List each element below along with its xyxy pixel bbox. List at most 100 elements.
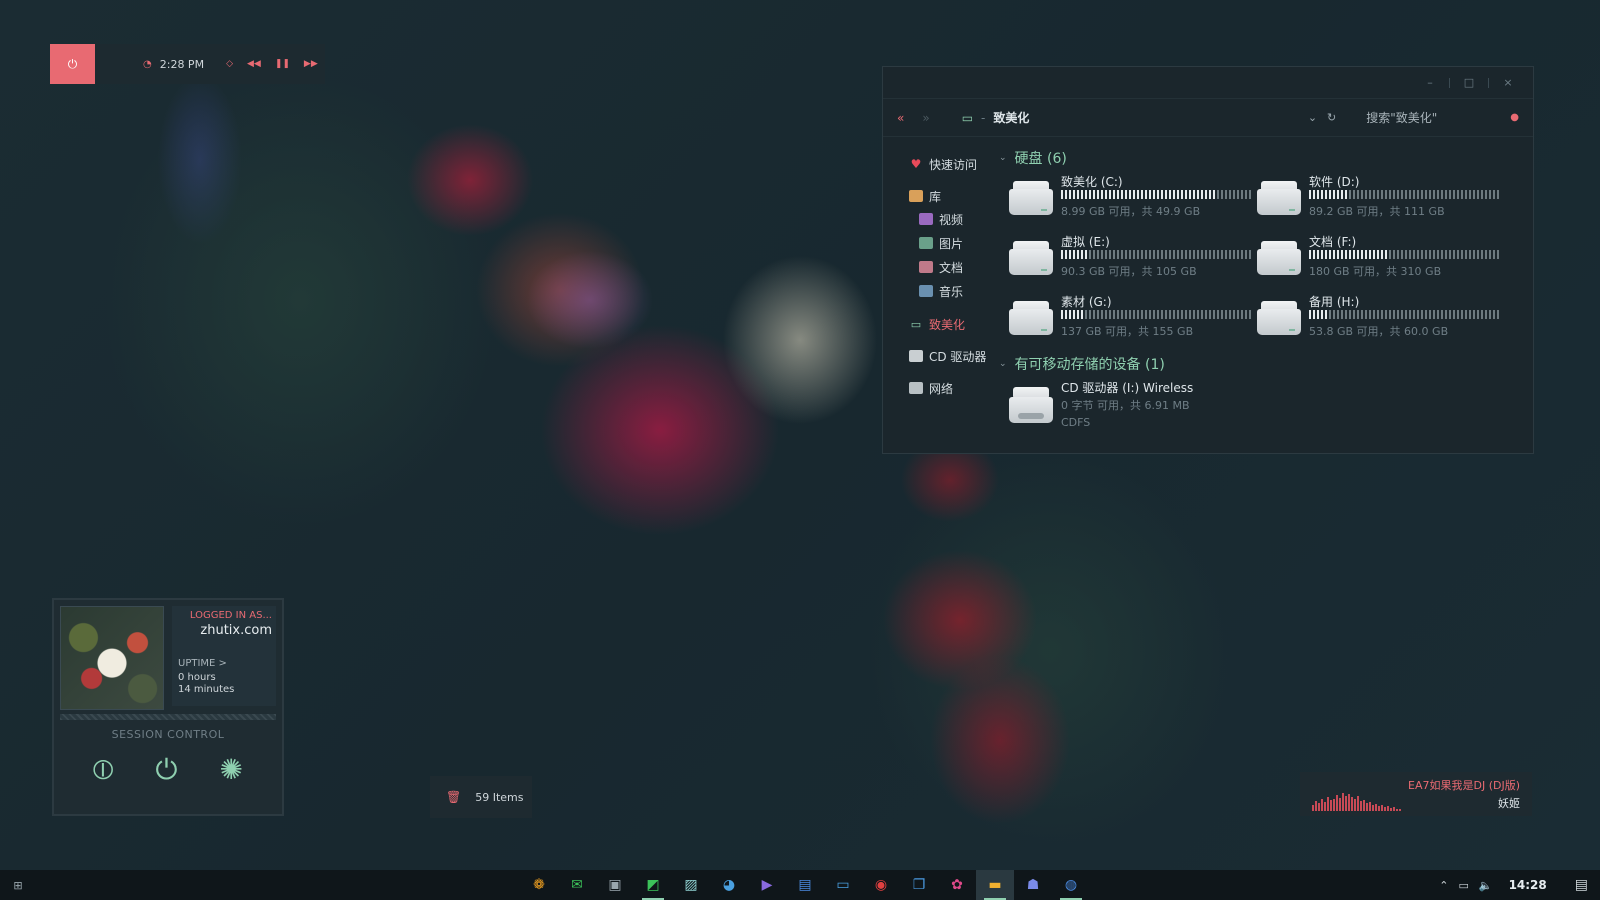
music-icon — [919, 285, 933, 297]
visualizer-bar — [1342, 793, 1344, 811]
sidebar-item-pictures[interactable]: 图片 — [883, 231, 991, 255]
visualizer-bar — [1351, 797, 1353, 811]
drive-item[interactable]: 虚拟 (E:) 90.3 GB 可用，共 105 GB — [1009, 233, 1257, 285]
taskbar-app[interactable]: ❁ — [520, 870, 558, 900]
settings-icon[interactable]: ✺ — [220, 753, 243, 787]
sidebar-item-library[interactable]: 库 — [883, 185, 991, 207]
taskbar-app[interactable]: ◉ — [862, 870, 900, 900]
back-button[interactable]: « — [897, 111, 904, 125]
sidebar-item-label: CD 驱动器 — [929, 349, 987, 364]
divider — [60, 714, 276, 720]
terminal-icon: ▭ — [836, 877, 850, 893]
close-button[interactable]: × — [1497, 76, 1519, 89]
visualizer-bar — [1369, 802, 1371, 811]
tray-clock[interactable]: 14:28 — [1509, 878, 1547, 892]
sidebar-item-documents[interactable]: 文档 — [883, 255, 991, 279]
visualizer-bar — [1354, 799, 1356, 811]
maximize-button[interactable]: □ — [1458, 76, 1480, 89]
username: zhutix.com — [200, 623, 272, 638]
taskbar-app[interactable]: ☗ — [1014, 870, 1052, 900]
taskbar-app[interactable]: ▶ — [748, 870, 786, 900]
breadcrumb[interactable]: ▭ - 致美化 — [962, 109, 1030, 126]
navigation-pane: ♥ 快速访问 库 视频 图片 文档 音乐 ▭ 致美化 CD 驱动器 网络 — [883, 137, 991, 429]
breadcrumb-current[interactable]: 致美化 — [993, 109, 1029, 126]
file-explorer-icon: ▬ — [988, 877, 1002, 893]
group-header-removable[interactable]: ⌄ 有可移动存储的设备 (1) — [999, 353, 1533, 375]
taskbar-app[interactable]: ◍ — [1052, 870, 1090, 900]
sidebar-item-this-pc[interactable]: ▭ 致美化 — [883, 313, 991, 335]
drive-filesystem: CDFS — [1061, 416, 1091, 429]
avatar — [60, 606, 164, 710]
drive-usage-bar — [1061, 250, 1251, 259]
drive-item[interactable]: 素材 (G:) 137 GB 可用，共 155 GB — [1009, 293, 1257, 345]
taskbar-app[interactable]: ◕ — [710, 870, 748, 900]
taskbar-app[interactable]: ✿ — [938, 870, 976, 900]
search-input[interactable]: 搜索"致美化" — [1366, 109, 1496, 126]
recycle-bin-widget[interactable]: 🗑 59 Items — [430, 776, 532, 818]
taskbar-app[interactable]: ❐ — [900, 870, 938, 900]
drive-usage-bar — [1309, 250, 1499, 259]
start-button[interactable]: ⊞ — [0, 879, 36, 892]
group-header-hard-disks[interactable]: ⌄ 硬盘 (6) — [999, 147, 1533, 169]
sidebar-item-network[interactable]: 网络 — [883, 377, 991, 399]
taskbar-app[interactable]: ▨ — [672, 870, 710, 900]
taskbar-app[interactable]: ▬ — [976, 870, 1014, 900]
drive-name: 备用 (H:) — [1309, 295, 1360, 309]
session-info: LOGGED IN AS... zhutix.com UPTIME > 0 ho… — [172, 606, 276, 706]
sidebar-item-cd-drive[interactable]: CD 驱动器 — [883, 345, 991, 367]
search-icon[interactable]: ● — [1510, 112, 1519, 123]
refresh-icon[interactable]: ↻ — [1327, 111, 1336, 124]
visualizer-bar — [1339, 798, 1341, 811]
next-icon[interactable]: ▶▶ — [304, 59, 318, 69]
lock-icon[interactable]: ⦶ — [93, 753, 113, 787]
divider — [1488, 77, 1489, 88]
photoshop-icon: ▣ — [608, 877, 622, 893]
taskbar: ⊞ ❁ ✉ ▣ ◩ ▨ ◕ ▶ ▤ ▭ ◉ ❐ ✿ ▬ ☗ ◍ ⌃ ▭ 🔈 14:28 ▤ — [0, 870, 1600, 900]
chevron-down-icon: ⌄ — [999, 359, 1007, 369]
session-control-title: SESSION CONTROL — [111, 728, 225, 741]
chevron-up-icon[interactable]: ⌃ — [1439, 879, 1448, 892]
drive-capacity: 53.8 GB 可用，共 60.0 GB — [1309, 325, 1449, 338]
computer-icon: ▭ — [910, 317, 922, 331]
visualizer-bar — [1345, 796, 1347, 811]
song-title: EA7如果我是DJ (DJ版) — [1408, 779, 1520, 792]
drive-item[interactable]: 软件 (D:) 89.2 GB 可用，共 111 GB — [1257, 173, 1505, 225]
paint-bucket-icon: ❁ — [533, 877, 545, 893]
sidebar-item-quick-access[interactable]: ♥ 快速访问 — [883, 153, 991, 175]
cd-drive-item[interactable]: CD 驱动器 (I:) Wireless 0 字节 可用，共 6.91 MB C… — [999, 379, 1533, 429]
sidebar-item-videos[interactable]: 视频 — [883, 207, 991, 231]
visualizer-bar — [1321, 799, 1323, 811]
browser-icon: ◍ — [1064, 877, 1078, 893]
drive-item[interactable]: 备用 (H:) 53.8 GB 可用，共 60.0 GB — [1257, 293, 1505, 345]
drive-item[interactable]: 文档 (F:) 180 GB 可用，共 310 GB — [1257, 233, 1505, 285]
taskbar-app[interactable]: ◩ — [634, 870, 672, 900]
taskbar-app[interactable]: ✉ — [558, 870, 596, 900]
taskbar-app[interactable]: ▭ — [824, 870, 862, 900]
network-icon[interactable]: ▭ — [1458, 879, 1468, 892]
shuffle-icon[interactable]: ◇ — [226, 59, 233, 69]
computer-icon: ▭ — [961, 110, 974, 125]
previous-icon[interactable]: ◀◀ — [247, 59, 261, 69]
forward-button[interactable]: » — [922, 111, 929, 125]
pause-icon[interactable]: ❚❚ — [275, 59, 290, 69]
hard-drive-icon — [1257, 301, 1301, 339]
drive-item[interactable]: 致美化 (C:) 8.99 GB 可用，共 49.9 GB — [1009, 173, 1257, 225]
taskbar-app[interactable]: ▣ — [596, 870, 634, 900]
notification-icon[interactable]: ▤ — [1575, 877, 1588, 893]
visualizer-bar — [1330, 800, 1332, 811]
volume-icon[interactable]: 🔈 — [1479, 879, 1493, 892]
drive-capacity: 180 GB 可用，共 310 GB — [1309, 265, 1442, 278]
power-button[interactable]: ⏻ — [50, 44, 95, 84]
netease-music-icon: ◉ — [874, 877, 888, 893]
chevron-down-icon[interactable]: ⌄ — [1308, 111, 1317, 124]
palette-icon: ◕ — [722, 877, 736, 893]
power-icon[interactable]: ⏻ — [155, 753, 177, 787]
group-header-label: 硬盘 (6) — [1014, 151, 1067, 167]
taskbar-app[interactable]: ▤ — [786, 870, 824, 900]
photos-icon: ▨ — [684, 877, 698, 893]
visualizer-bar — [1378, 806, 1380, 811]
drive-name: 致美化 (C:) — [1061, 175, 1123, 189]
minimize-button[interactable]: – — [1419, 76, 1441, 89]
recycle-bin-count: 59 Items — [475, 790, 524, 804]
sidebar-item-music[interactable]: 音乐 — [883, 279, 991, 303]
